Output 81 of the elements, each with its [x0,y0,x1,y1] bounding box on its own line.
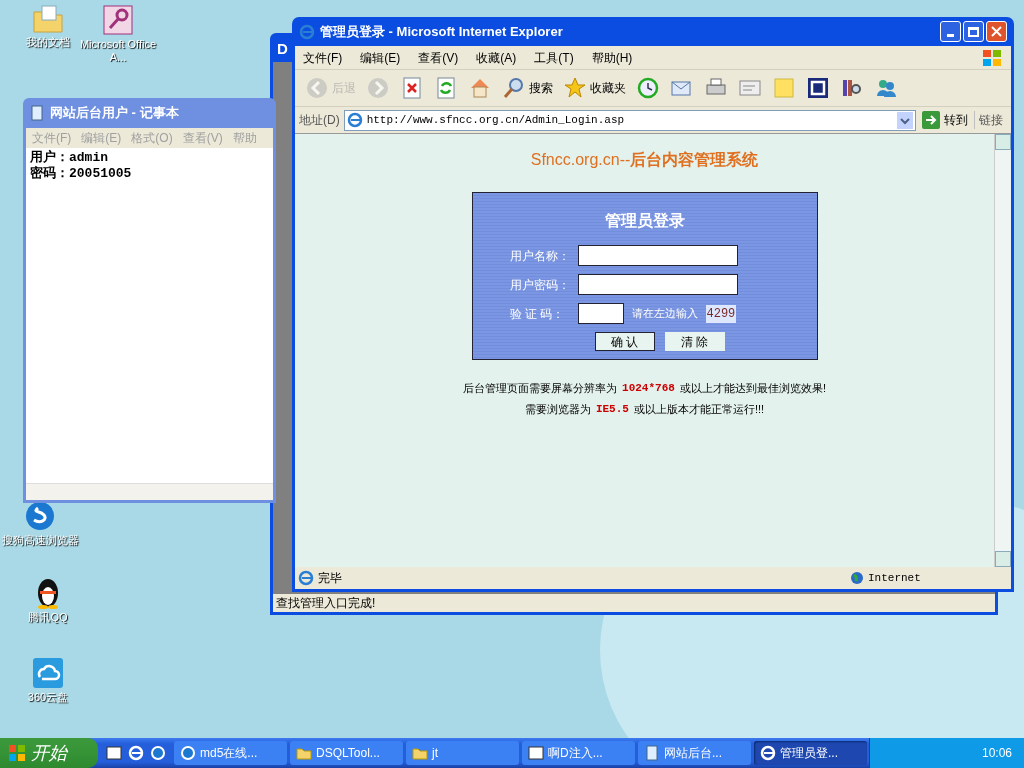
ie-logo-icon [128,745,144,761]
minimize-button[interactable] [940,21,961,42]
start-button[interactable]: 开始 [0,738,98,768]
window-title: 管理员登录 - Microsoft Internet Explorer [320,22,564,41]
text-field[interactable] [577,245,738,266]
taskbar-button[interactable]: md5在线... [174,741,287,765]
menu-item[interactable]: 编辑(E) [360,48,401,67]
menu-item[interactable]: 工具(T) [534,48,574,67]
note-highlight: 1024*768 [622,381,675,396]
note-highlight: IE5.5 [595,401,629,417]
close-button[interactable] [986,21,1007,42]
ie-logo-icon [299,23,315,40]
security-zone: Internet [868,570,922,586]
taskbar-button[interactable]: jt [406,741,519,765]
sticky-note-icon [772,76,796,100]
swirl-logo-icon [150,745,166,761]
swirl-logo-icon [180,745,196,761]
field-label: 验 证 码： [509,305,566,323]
text-line: 密码：20051005 [30,166,133,182]
windows-flag-icon [8,744,26,762]
taskbar-button[interactable]: DSQLTool... [290,741,403,765]
menu-item[interactable]: 文件(F) [303,48,343,67]
status-text: 完毕 [318,570,343,587]
address-label: 地址(D) [299,112,340,129]
note-text: 或以上才能达到最佳浏览效果! [679,381,826,396]
window-title: D [277,38,288,59]
captcha-field[interactable] [577,303,624,324]
menu-item[interactable]: 查看(V) [418,48,459,67]
swirl-logo-icon [24,500,56,532]
text-line: 用户：admin [30,150,109,166]
ie-logo-icon [760,745,776,761]
url-text: http://www.sfncc.org.cn/Admin_Login.asp [366,112,626,128]
folder-icon [296,745,312,761]
login-title: 管理员登录 [604,211,685,231]
window-title: 网站后台用户 - 记事本 [50,104,179,123]
menu-item[interactable]: 格式(O) [131,129,173,147]
note-text: 后台管理页面需要屏幕分辨率为 [463,381,618,396]
windows-flag-icon [981,47,1003,68]
folder-icon [412,745,428,761]
x-icon [991,26,1002,37]
captcha-hint: 请在左边输入 [631,306,698,322]
favorites-button[interactable]: 收藏夹 [561,73,628,103]
clock: 10:06 [981,745,1012,762]
search-button[interactable]: 搜索 [500,73,555,103]
go-button[interactable]: 转到 [920,111,970,129]
search-icon [502,76,526,100]
clear-button[interactable]: 清 除 [664,332,725,351]
maximize-button[interactable] [963,21,984,42]
taskbar-button[interactable]: 啊D注入... [522,741,635,765]
text-area[interactable]: 用户：admin 密码：20051005 [26,148,273,483]
square-logo-icon [806,76,830,100]
menu-item[interactable]: 编辑(E) [81,129,122,147]
key-icon [102,4,134,36]
note-text: 需要浏览器为 [524,401,591,417]
menu-item[interactable]: 帮助 [232,129,257,147]
ie-logo-icon [346,112,363,128]
globe-icon [850,571,864,585]
notepad-icon [29,105,45,121]
star-icon [563,76,587,100]
ie-logo-icon [298,570,314,586]
folder-icon [32,4,64,34]
refresh-icon [434,76,458,100]
field-label: 用户名称： [509,247,570,265]
menu-item[interactable]: 收藏(A) [476,48,517,67]
captcha-code: 4299 [705,304,737,323]
note-text: 或以上版本才能正常运行!!! [633,401,765,417]
notepad-icon [644,745,660,761]
stop-icon [400,76,424,100]
site-title: Sfncc.org.cn--后台内容管理系统 [530,150,759,170]
menu-item[interactable]: 查看(V) [182,129,223,147]
menu-item[interactable]: 帮助(H) [591,48,633,67]
field-label: 用户密码： [509,276,570,294]
address-field[interactable]: http://www.sfncc.org.cn/Admin_Login.asp [343,109,916,131]
links-button[interactable]: 链接 [974,111,1007,129]
menu-item[interactable]: 文件(F) [32,129,72,147]
cloud-icon [32,657,64,689]
confirm-button[interactable]: 确 认 [594,332,655,351]
text-field[interactable] [577,274,738,295]
taskbar-button[interactable]: 网站后台... [638,741,751,765]
taskbar-button[interactable]: 管理员登... [754,741,867,765]
status-text: 查找管理入口完成! [276,595,376,612]
